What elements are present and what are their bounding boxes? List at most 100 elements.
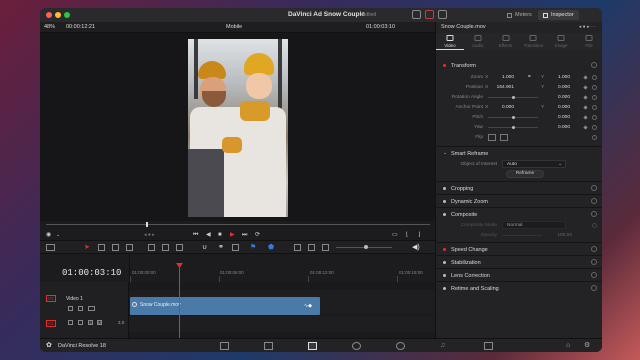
position-x-value[interactable]: 164.901 (492, 85, 514, 90)
audio-track-lane[interactable] (129, 316, 435, 332)
color-picker-icon[interactable] (425, 10, 434, 19)
zoom-detail-icon[interactable] (308, 244, 315, 251)
viewer[interactable] (40, 33, 435, 221)
reset-icon[interactable] (592, 223, 597, 228)
zoom-custom-icon[interactable] (322, 244, 329, 251)
reset-icon[interactable] (591, 259, 597, 265)
reset-icon[interactable] (591, 198, 597, 204)
play-reverse-icon[interactable]: ◀ (206, 232, 211, 238)
enable-dot-icon[interactable] (443, 287, 446, 290)
chevron-down-icon[interactable]: ⌄ (56, 232, 60, 238)
cropping-header[interactable]: Cropping (436, 183, 602, 194)
slider-knob[interactable] (512, 126, 515, 129)
tab-video[interactable]: Video (436, 33, 464, 50)
pitch-value[interactable]: 0.000 (548, 115, 570, 120)
flag-icon[interactable]: ⚑ (250, 244, 257, 251)
speed-change-header[interactable]: Speed Change (436, 244, 602, 255)
anchor-x-value[interactable]: 0.000 (492, 105, 514, 110)
enable-dot-icon[interactable] (443, 213, 446, 216)
reset-icon[interactable] (592, 135, 597, 140)
track-id[interactable]: V1 (46, 295, 56, 302)
reset-icon[interactable] (592, 125, 597, 130)
auto-select-icon[interactable] (78, 306, 83, 311)
options-icon[interactable] (438, 10, 447, 19)
loop-icon[interactable]: ⟳ (255, 232, 260, 238)
reset-icon[interactable] (591, 272, 597, 278)
keyframe-icon[interactable] (583, 75, 588, 80)
fairlight-page-icon[interactable]: ♫ (440, 342, 449, 350)
slider-knob[interactable] (512, 96, 515, 99)
replace-clip-icon[interactable] (176, 244, 183, 251)
video-frame[interactable] (188, 39, 288, 217)
blade-tool-icon[interactable] (126, 244, 133, 251)
track-visibility-icon[interactable] (88, 306, 95, 311)
yaw-value[interactable]: 0.000 (548, 125, 570, 130)
trim-tool-icon[interactable] (98, 244, 105, 251)
video-clip[interactable]: Snow Couple.mov ∿◆ (130, 297, 320, 315)
marker-icon[interactable]: ⬟ (268, 244, 275, 251)
scrub-head[interactable] (146, 222, 148, 227)
link-icon[interactable]: ⚭ (218, 244, 225, 251)
home-icon[interactable]: ⌂ (566, 342, 575, 350)
audio-icon[interactable]: ◀) (412, 244, 420, 251)
go-to-start-icon[interactable]: ⏮ (193, 232, 198, 238)
reset-icon[interactable] (592, 85, 597, 90)
edit-page-icon[interactable] (308, 342, 317, 350)
curve-icon[interactable]: ∿◆ (304, 303, 312, 309)
link-icon[interactable]: ⚭ (527, 74, 532, 80)
fusion-page-icon[interactable] (352, 342, 361, 350)
zoom-slider-knob[interactable] (364, 245, 368, 249)
selection-tool-icon[interactable]: ➤ (84, 244, 91, 251)
zoom-level[interactable]: 48% (44, 24, 55, 30)
opacity-value[interactable]: 100.00 (550, 233, 572, 238)
clip-overlay-icon[interactable]: ▭ (392, 232, 398, 238)
timeline-ruler[interactable]: 01:00:00:00 01:00:06:00 01:00:12:00 01:0… (129, 254, 435, 282)
enable-dot-icon[interactable] (443, 248, 446, 251)
play-icon[interactable]: ▶ (230, 232, 235, 238)
enable-dot-icon[interactable] (443, 200, 446, 203)
position-y-value[interactable]: 0.000 (548, 85, 570, 90)
inspector-button[interactable]: Inspector (538, 10, 579, 20)
opacity-slider[interactable] (502, 235, 542, 236)
auto-select-icon[interactable] (78, 320, 83, 325)
zoom-x-value[interactable]: 1.000 (492, 75, 514, 80)
slider-knob[interactable] (512, 116, 515, 119)
lock-icon[interactable] (232, 244, 239, 251)
layout-icon[interactable] (46, 244, 55, 251)
mute-icon[interactable]: M (97, 320, 102, 325)
overwrite-clip-icon[interactable] (162, 244, 169, 251)
tab-image[interactable]: Image (547, 33, 575, 50)
reset-icon[interactable] (591, 211, 597, 217)
solo-icon[interactable]: S (88, 320, 93, 325)
lock-track-icon[interactable] (68, 306, 73, 311)
cut-page-icon[interactable] (264, 342, 273, 350)
minimize-window-button[interactable] (55, 12, 61, 18)
keyframe-icon[interactable] (583, 95, 588, 100)
tab-transition[interactable]: Transition (519, 33, 547, 50)
reset-icon[interactable] (591, 185, 597, 191)
dynamic-trim-icon[interactable] (112, 244, 119, 251)
inspector-options-icon[interactable]: ◂ ● ▸ ⋯ (579, 24, 596, 30)
reset-icon[interactable] (592, 95, 597, 100)
zoom-window-button[interactable] (64, 12, 70, 18)
rotation-value[interactable]: 0.000 (548, 95, 570, 100)
zoom-full-icon[interactable] (294, 244, 301, 251)
playhead[interactable] (179, 266, 180, 339)
tab-effects[interactable]: Effects (492, 33, 520, 50)
keyframe-icon[interactable] (583, 115, 588, 120)
transform-section-header[interactable]: Transform (436, 60, 602, 71)
loop-options-icon[interactable]: ◉ (46, 232, 51, 238)
mark-out-icon[interactable]: ⌋ (418, 232, 420, 238)
flip-vertical-icon[interactable] (500, 134, 508, 141)
close-window-button[interactable] (46, 12, 52, 18)
lens-correction-header[interactable]: Lens Correction (436, 270, 602, 281)
media-page-icon[interactable] (220, 342, 229, 350)
insert-clip-icon[interactable] (148, 244, 155, 251)
tab-audio[interactable]: Audio (464, 33, 492, 50)
reframe-button[interactable]: Reframe (506, 170, 544, 178)
object-dropdown[interactable]: Auto (502, 160, 566, 168)
mark-in-icon[interactable]: ⌊ (406, 232, 408, 238)
jog-icon[interactable]: ◂ ● ▸ (144, 232, 155, 238)
reset-icon[interactable] (592, 105, 597, 110)
keyframe-icon[interactable] (583, 105, 588, 110)
